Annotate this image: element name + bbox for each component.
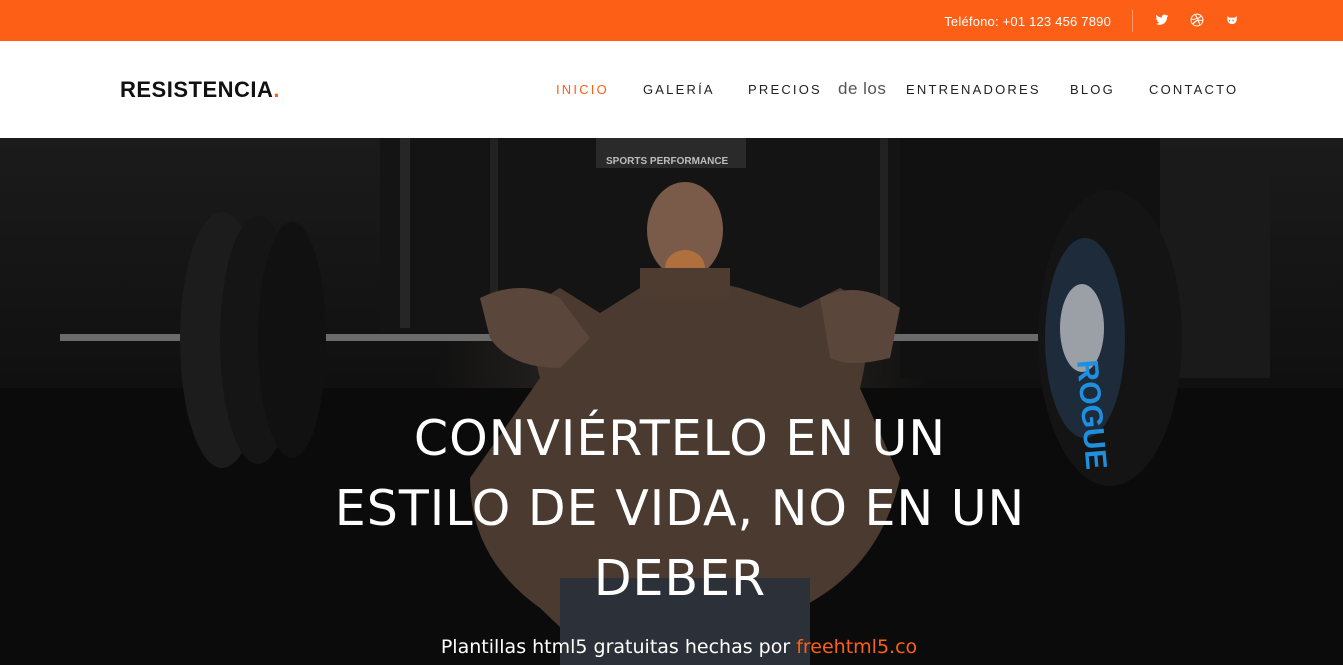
logo-dot: . (273, 77, 281, 102)
nav-contacto[interactable]: CONTACTO (1149, 82, 1238, 97)
logo-text: RESISTENCIA (120, 77, 274, 102)
site-header: RESISTENCIA. INICIO GALERÍA PRECIOS de l… (0, 41, 1343, 138)
sports-performance-sign: SPORTS PERFORMANCE (606, 156, 729, 167)
hero-section: SPORTS PERFORMANCE ROGUE CONVIÉRTELO EN … (0, 138, 1343, 665)
nav-galeria[interactable]: GALERÍA (643, 82, 715, 97)
nav-blog[interactable]: BLOG (1070, 82, 1115, 97)
top-bar: Teléfono: +01 123 456 7890 (0, 0, 1343, 41)
twitter-icon[interactable] (1154, 12, 1170, 28)
nav-precios[interactable]: PRECIOS (748, 82, 822, 97)
hero-credit: Plantillas html5 gratuitas hechas por fr… (0, 636, 1343, 658)
phone-number: Teléfono: +01 123 456 7890 (944, 14, 1111, 29)
credit-prefix: Plantillas html5 gratuitas hechas por (440, 636, 791, 658)
topbar-divider (1132, 10, 1133, 32)
github-icon[interactable] (1224, 12, 1240, 28)
nav-entrenadores[interactable]: ENTRENADORES (906, 82, 1041, 97)
credit-link[interactable]: freehtml5.co (796, 636, 917, 658)
site-logo[interactable]: RESISTENCIA. (120, 77, 280, 103)
hero-title: CONVIÉRTELO EN UN ESTILO DE VIDA, NO EN … (334, 410, 1026, 607)
nav-inicio[interactable]: INICIO (556, 82, 609, 97)
dribbble-icon[interactable] (1189, 12, 1205, 28)
nav-de-los[interactable]: de los (838, 79, 886, 99)
